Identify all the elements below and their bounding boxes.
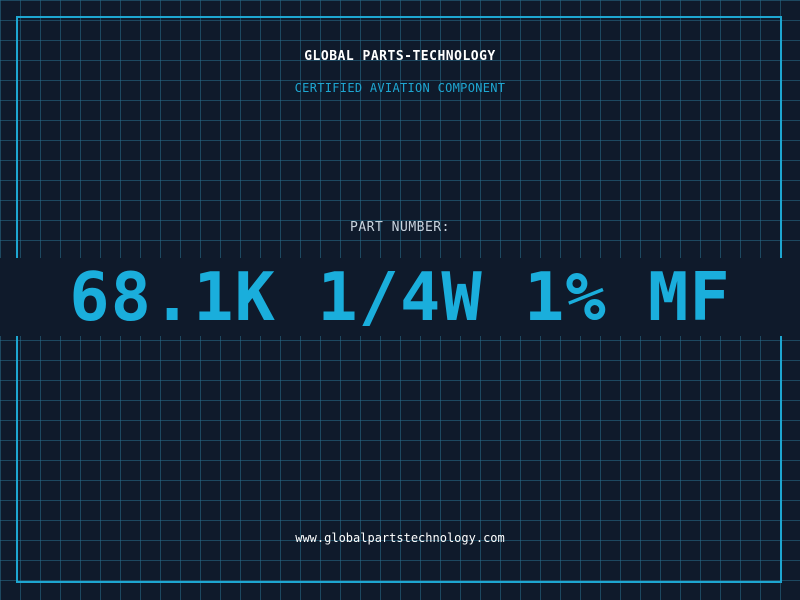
part-number-band: 68.1K 1/4W 1% MF — [0, 258, 800, 336]
part-number-value: 68.1K 1/4W 1% MF — [69, 257, 731, 336]
company-name: GLOBAL PARTS-TECHNOLOGY — [304, 49, 496, 64]
certification-subtitle: CERTIFIED AVIATION COMPONENT — [294, 81, 506, 95]
part-card: GLOBAL PARTS-TECHNOLOGY CERTIFIED AVIATI… — [0, 0, 800, 600]
website-link[interactable]: www.globalpartstechnology.com — [0, 531, 800, 545]
part-number-label: PART NUMBER: — [350, 220, 450, 235]
